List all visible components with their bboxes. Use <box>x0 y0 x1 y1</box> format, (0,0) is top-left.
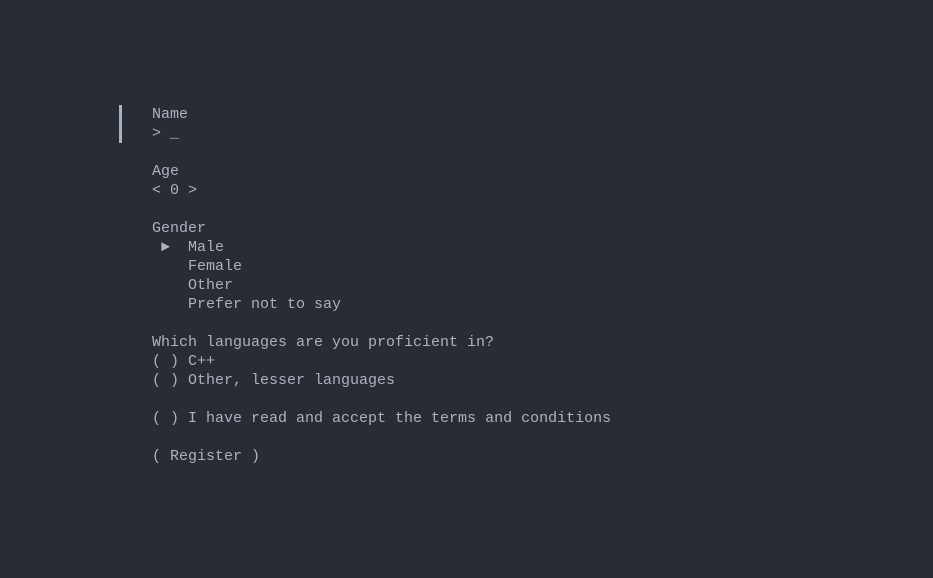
decrement-icon[interactable]: < <box>152 182 170 199</box>
name-label: Name <box>152 105 933 124</box>
name-field-group: Name > _ <box>119 105 933 143</box>
registration-form: Name > _ Age < 0 > Gender ► Male Female … <box>0 0 933 466</box>
pointer-icon: ► <box>152 239 188 256</box>
terms-field-group: ( ) I have read and accept the terms and… <box>119 409 933 428</box>
gender-option-other[interactable]: Other <box>152 276 933 295</box>
gender-label: Gender <box>152 219 933 238</box>
checkbox-icon: ( ) <box>152 372 188 389</box>
checkbox-icon: ( ) <box>152 353 188 370</box>
cursor-icon: _ <box>170 125 179 142</box>
checkbox-icon: ( ) <box>152 410 188 427</box>
terms-checkbox[interactable]: ( ) I have read and accept the terms and… <box>152 409 933 428</box>
register-field-group: ( Register ) <box>119 447 933 466</box>
languages-field-group: Which languages are you proficient in? (… <box>119 333 933 390</box>
age-field-group: Age < 0 > <box>119 162 933 200</box>
gender-option-male[interactable]: ► Male <box>152 238 933 257</box>
language-checkbox-cpp[interactable]: ( ) C++ <box>152 352 933 371</box>
gender-field-group: Gender ► Male Female Other Prefer not to… <box>119 219 933 314</box>
age-stepper[interactable]: < 0 > <box>152 181 933 200</box>
language-checkbox-other[interactable]: ( ) Other, lesser languages <box>152 371 933 390</box>
name-input[interactable]: > _ <box>152 124 933 143</box>
gender-option-female[interactable]: Female <box>152 257 933 276</box>
increment-icon[interactable]: > <box>179 182 197 199</box>
age-label: Age <box>152 162 933 181</box>
gender-option-prefer-not[interactable]: Prefer not to say <box>152 295 933 314</box>
register-button[interactable]: ( Register ) <box>152 447 933 466</box>
languages-label: Which languages are you proficient in? <box>152 333 933 352</box>
age-value: 0 <box>170 182 179 199</box>
